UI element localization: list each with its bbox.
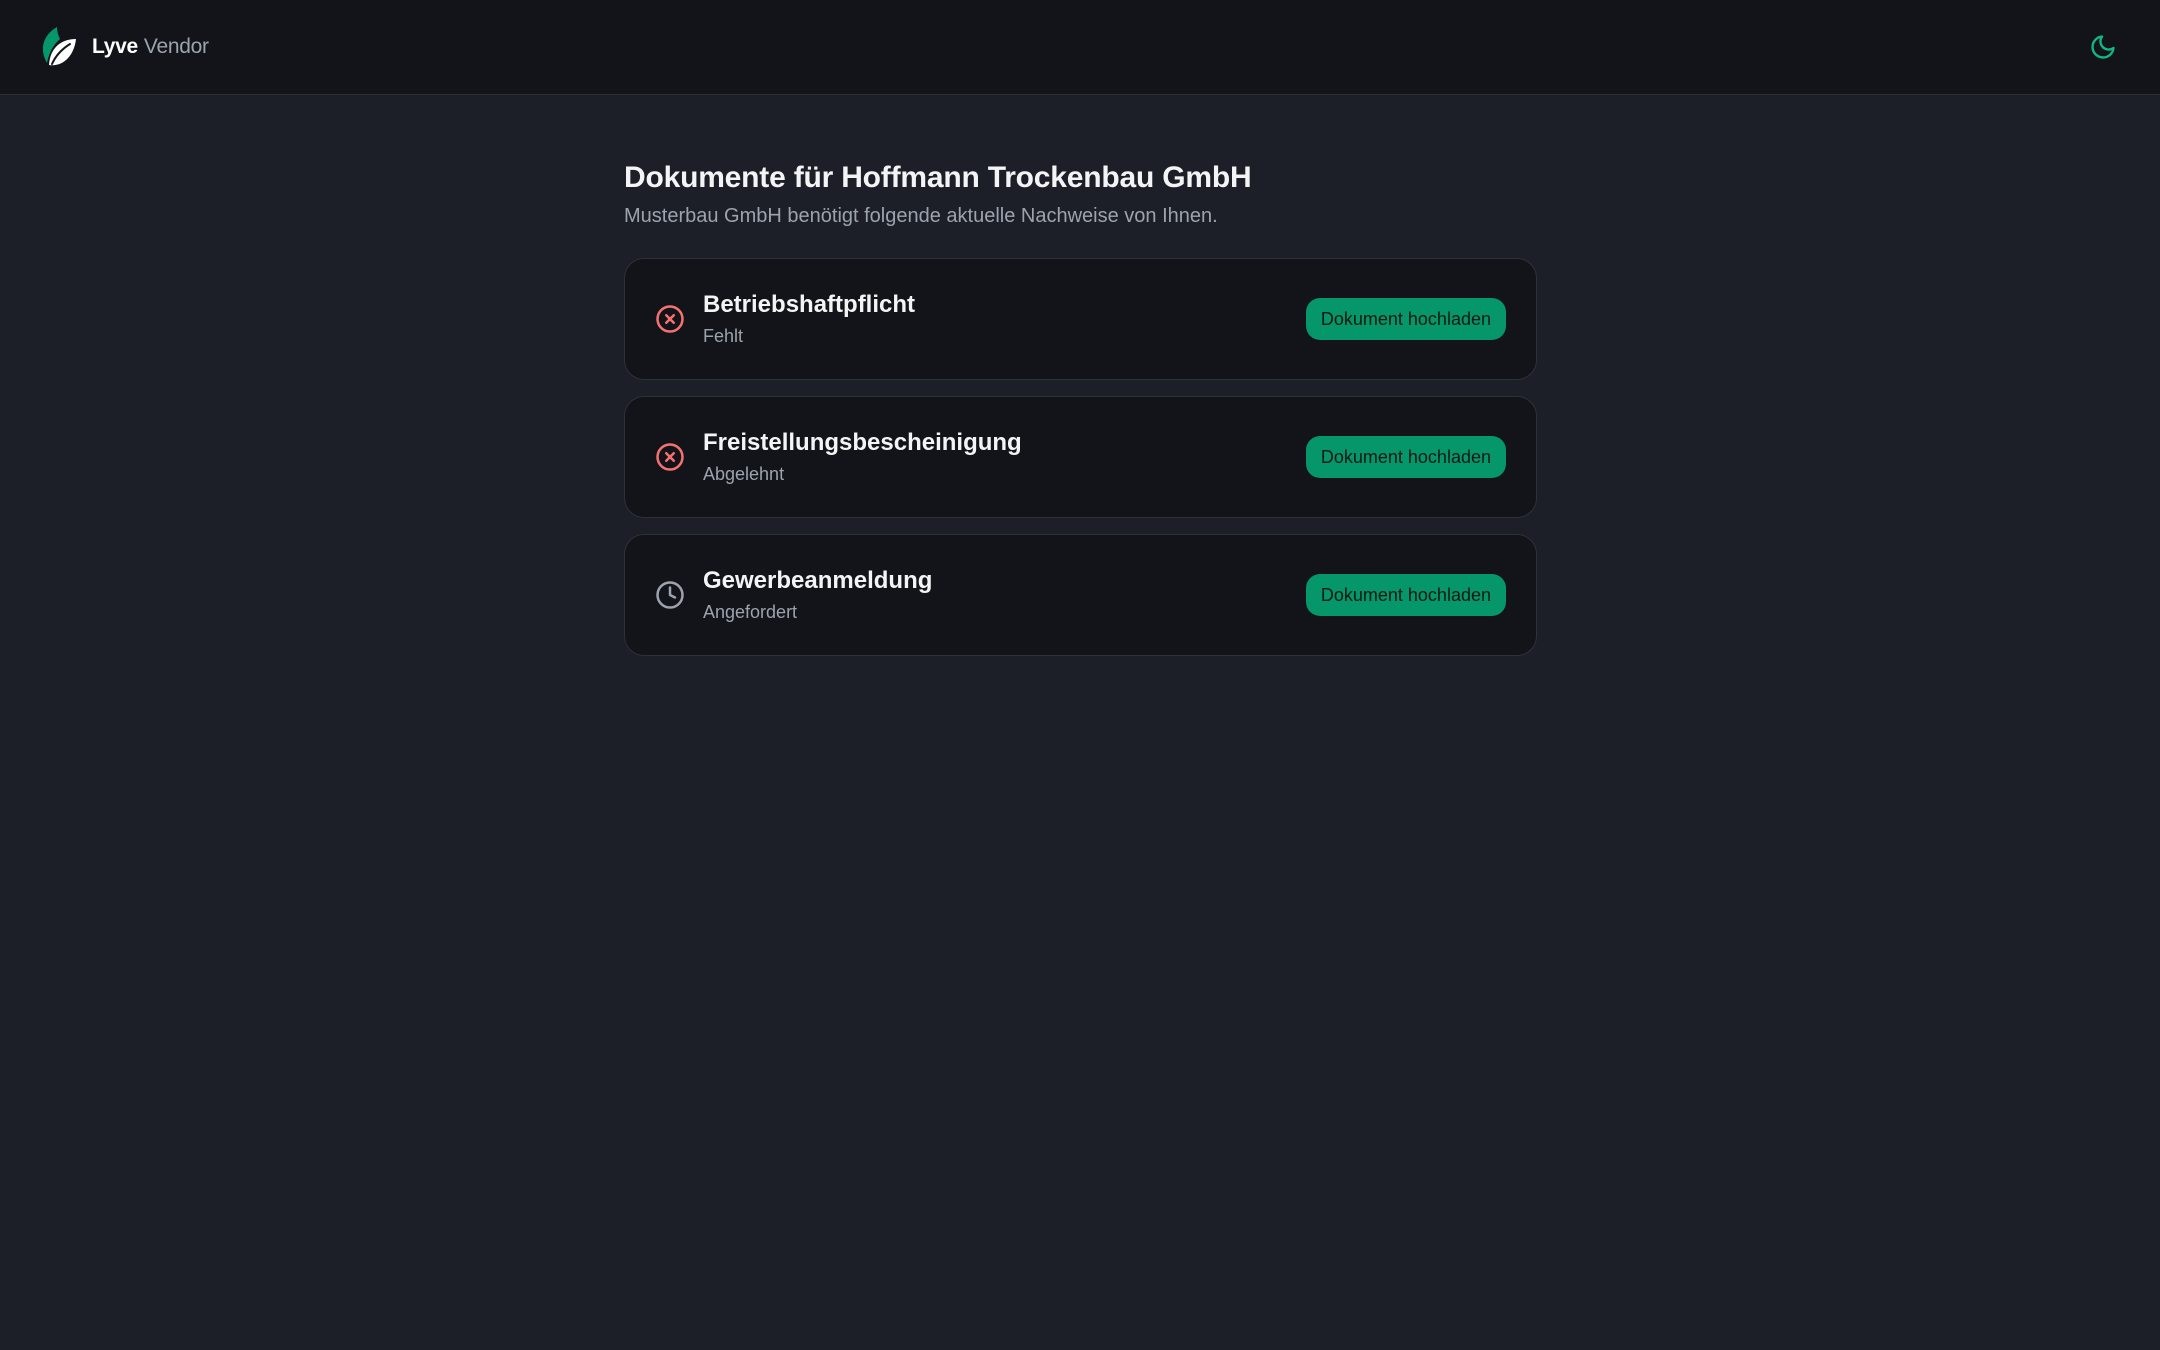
page-title: Dokumente für Hoffmann Trockenbau GmbH: [624, 161, 1252, 194]
moon-icon: [2091, 35, 2115, 59]
x-circle-icon: [655, 304, 685, 334]
document-list: Betriebshaftpflicht Fehlt Dokument hochl…: [624, 258, 1537, 656]
document-status: Angefordert: [703, 602, 798, 622]
brand-suffix: Vendor: [143, 35, 209, 58]
document-card-freistellungsbescheinigung: Freistellungsbescheinigung Abgelehnt Dok…: [624, 396, 1537, 518]
main-content: Dokumente für Hoffmann Trockenbau GmbH M…: [624, 160, 1537, 656]
page-subtitle: Musterbau GmbH benötigt folgende aktuell…: [624, 205, 1218, 227]
upload-document-button[interactable]: Dokument hochladen: [1305, 298, 1506, 340]
upload-document-button[interactable]: Dokument hochladen: [1305, 436, 1506, 478]
document-text: Betriebshaftpflicht Fehlt: [703, 291, 1306, 347]
document-text: Freistellungsbescheinigung Abgelehnt: [703, 429, 1306, 485]
x-circle-icon: [655, 442, 685, 472]
document-status: Abgelehnt: [703, 464, 785, 484]
document-text: Gewerbeanmeldung Angefordert: [703, 567, 1306, 623]
upload-document-button[interactable]: Dokument hochladen: [1305, 574, 1506, 616]
leaf-icon: [42, 27, 76, 66]
document-title: Freistellungsbescheinigung: [703, 429, 1022, 456]
brand[interactable]: Lyve Vendor: [38, 25, 209, 69]
top-bar: Lyve Vendor: [0, 0, 2160, 95]
clock-icon: [655, 580, 685, 610]
brand-text: Lyve Vendor: [92, 35, 209, 59]
brand-name: Lyve: [92, 35, 138, 58]
theme-toggle-button[interactable]: [2086, 30, 2120, 64]
document-card-betriebshaftpflicht: Betriebshaftpflicht Fehlt Dokument hochl…: [624, 258, 1537, 380]
document-title: Gewerbeanmeldung: [703, 567, 933, 594]
document-card-gewerbeanmeldung: Gewerbeanmeldung Angefordert Dokument ho…: [624, 534, 1537, 656]
document-status: Fehlt: [703, 326, 744, 346]
document-title: Betriebshaftpflicht: [703, 291, 916, 318]
